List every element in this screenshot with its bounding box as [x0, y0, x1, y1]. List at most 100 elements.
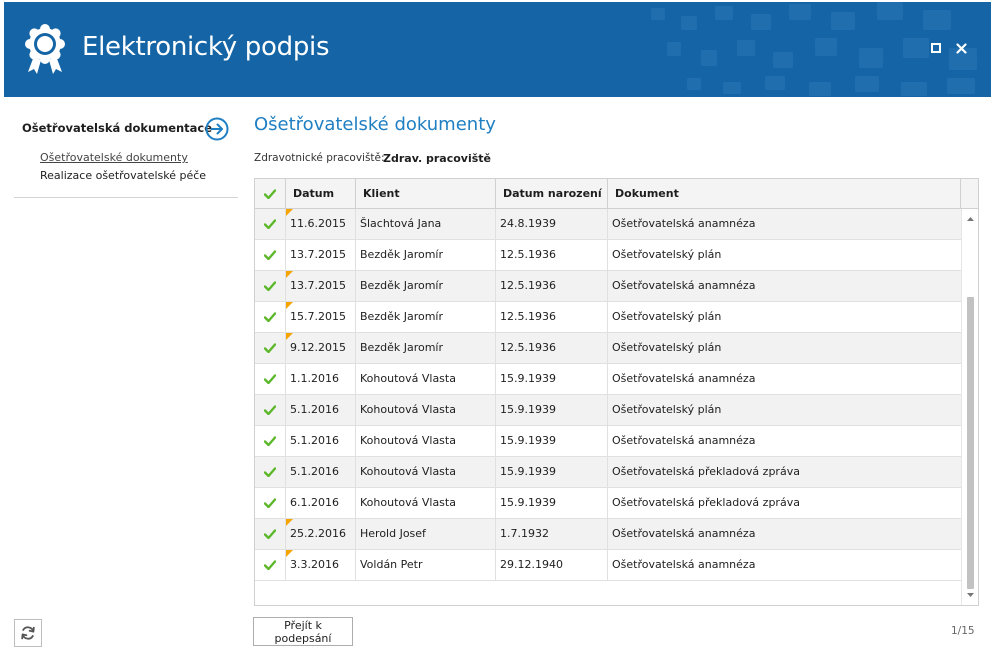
sidebar-expand-button[interactable]	[205, 117, 229, 141]
sidebar-divider	[14, 197, 238, 198]
cell-birth-date: 1.7.1932	[496, 519, 608, 549]
checkmark-icon	[264, 560, 276, 570]
cell-document: Ošetřovatelský plán	[612, 248, 722, 261]
row-checkbox[interactable]	[255, 488, 286, 518]
cell-document: Ošetřovatelský plán	[612, 310, 722, 323]
table-row[interactable]: 9.12.2015 Bezděk Jaromír 12.5.1936 Ošetřova…	[255, 333, 961, 364]
table-row[interactable]: 5.1.2016 Kohoutová Vlasta 15.9.1939 Ošetřov…	[255, 426, 961, 457]
row-checkbox[interactable]	[255, 550, 286, 580]
table-row[interactable]: 1.1.2016 Kohoutová Vlasta 15.9.1939 Ošetřov…	[255, 364, 961, 395]
cell-client: Bezděk Jaromír	[356, 302, 496, 332]
cell-document: Ošetřovatelská anamnéza	[612, 372, 756, 385]
cell-birth-date: 12.5.1936	[496, 240, 608, 270]
cell-birth-date: 15.9.1939	[496, 488, 608, 518]
cell-document: Ošetřovatelský plán	[612, 341, 722, 354]
checkmark-icon	[264, 436, 276, 446]
table-row[interactable]: 25.2.2016 Herold Josef 1.7.1932 Ošetřovatel…	[255, 519, 961, 550]
page-indicator: 1/15	[951, 625, 975, 637]
table-row[interactable]: 11.6.2015 Šlachtová Jana 24.8.1939 Ošetřova…	[255, 209, 961, 240]
row-checkbox[interactable]	[255, 364, 286, 394]
unsigned-flag-icon	[286, 550, 293, 557]
row-checkbox[interactable]	[255, 395, 286, 425]
cell-document: Ošetřovatelská anamnéza	[612, 434, 756, 447]
vertical-scrollbar[interactable]	[961, 209, 978, 605]
row-checkbox[interactable]	[255, 302, 286, 332]
cell-birth-date: 15.9.1939	[496, 457, 608, 487]
checkmark-icon	[264, 405, 276, 415]
sidebar-item-nursing-care[interactable]: Realizace ošetřovatelské péče	[40, 169, 206, 182]
checkmark-icon	[264, 343, 276, 353]
checkmark-icon	[264, 312, 276, 322]
checkmark-icon	[264, 374, 276, 384]
cell-client: Herold Josef	[356, 519, 496, 549]
cell-date: 5.1.2016	[286, 426, 356, 456]
unsigned-flag-icon	[286, 302, 293, 309]
cell-client: Šlachtová Jana	[356, 209, 496, 239]
cell-client: Kohoutová Vlasta	[356, 364, 496, 394]
table-row[interactable]: 6.1.2016 Kohoutová Vlasta 15.9.1939 Ošetřov…	[255, 488, 961, 519]
row-checkbox[interactable]	[255, 426, 286, 456]
proceed-to-sign-button[interactable]: Přejít k podepsání	[253, 617, 353, 646]
table-row[interactable]: 15.7.2015 Bezděk Jaromír 12.5.1936 Ošetřova…	[255, 302, 961, 333]
chevron-up-icon	[966, 217, 974, 221]
unsigned-flag-icon	[286, 209, 293, 216]
column-header-document[interactable]: Dokument	[608, 179, 961, 209]
cell-date-text: 3.3.2016	[290, 558, 339, 571]
sidebar-item-nursing-documents[interactable]: Ošetřovatelské dokumenty	[40, 151, 188, 164]
row-checkbox[interactable]	[255, 333, 286, 363]
workstation-label: Zdravotnické pracoviště:	[254, 152, 385, 164]
close-button[interactable]	[953, 40, 969, 56]
cell-document: Ošetřovatelská anamnéza	[612, 279, 756, 292]
row-checkbox[interactable]	[255, 209, 286, 239]
cell-document: Ošetřovatelská anamnéza	[612, 217, 756, 230]
cell-birth-date: 15.9.1939	[496, 395, 608, 425]
cell-client: Kohoutová Vlasta	[356, 457, 496, 487]
table-row[interactable]: 3.3.2016 Voldán Petr 29.12.1940 Ošetřovatel…	[255, 550, 961, 581]
cell-date: 6.1.2016	[286, 488, 356, 518]
cell-birth-date: 15.9.1939	[496, 364, 608, 394]
row-checkbox[interactable]	[255, 519, 286, 549]
row-checkbox[interactable]	[255, 240, 286, 270]
close-icon	[955, 42, 967, 54]
table-row[interactable]: 5.1.2016 Kohoutová Vlasta 15.9.1939 Ošetřov…	[255, 457, 961, 488]
table-row[interactable]: 13.7.2015 Bezděk Jaromír 12.5.1936 Ošetřova…	[255, 271, 961, 302]
cell-date: 25.2.2016	[286, 519, 356, 549]
scroll-up-button[interactable]	[962, 212, 978, 226]
grid-body: 11.6.2015 Šlachtová Jana 24.8.1939 Ošetřova…	[255, 209, 961, 581]
cell-date: 3.3.2016	[286, 550, 356, 580]
table-row[interactable]: 13.7.2015 Bezděk Jaromír 12.5.1936 Ošetřova…	[255, 240, 961, 271]
cell-client: Kohoutová Vlasta	[356, 426, 496, 456]
chevron-down-icon	[966, 593, 974, 597]
refresh-button[interactable]	[14, 619, 42, 647]
checkmark-icon	[263, 189, 277, 200]
cell-date: 15.7.2015	[286, 302, 356, 332]
cell-client: Voldán Petr	[356, 550, 496, 580]
cell-date-text: 25.2.2016	[290, 527, 346, 540]
column-header-client[interactable]: Klient	[356, 179, 496, 209]
header-filler	[961, 179, 978, 209]
cell-client: Bezděk Jaromír	[356, 333, 496, 363]
maximize-button[interactable]	[928, 40, 944, 56]
cell-document: Ošetřovatelská překladová zpráva	[612, 465, 800, 478]
checkmark-icon	[264, 219, 276, 229]
cell-client: Bezděk Jaromír	[356, 240, 496, 270]
cell-date-text: 5.1.2016	[290, 403, 339, 416]
refresh-icon	[21, 626, 35, 640]
row-checkbox[interactable]	[255, 271, 286, 301]
checkmark-icon	[264, 250, 276, 260]
column-header-date[interactable]: Datum	[286, 179, 356, 209]
scroll-down-button[interactable]	[962, 588, 978, 602]
row-checkbox[interactable]	[255, 457, 286, 487]
cell-birth-date: 12.5.1936	[496, 271, 608, 301]
scroll-thumb[interactable]	[967, 297, 974, 589]
cell-date-text: 5.1.2016	[290, 434, 339, 447]
sidebar-heading[interactable]: Ošetřovatelská dokumentace	[22, 121, 212, 135]
table-row[interactable]: 5.1.2016 Kohoutová Vlasta 15.9.1939 Ošetřov…	[255, 395, 961, 426]
column-header-birth-date[interactable]: Datum narození	[496, 179, 608, 209]
arrow-right-circle-icon	[205, 117, 229, 141]
unsigned-flag-icon	[286, 333, 293, 340]
cell-birth-date: 15.9.1939	[496, 426, 608, 456]
column-header-select-all[interactable]	[255, 179, 286, 209]
cell-birth-date: 24.8.1939	[496, 209, 608, 239]
cell-date-text: 6.1.2016	[290, 496, 339, 509]
